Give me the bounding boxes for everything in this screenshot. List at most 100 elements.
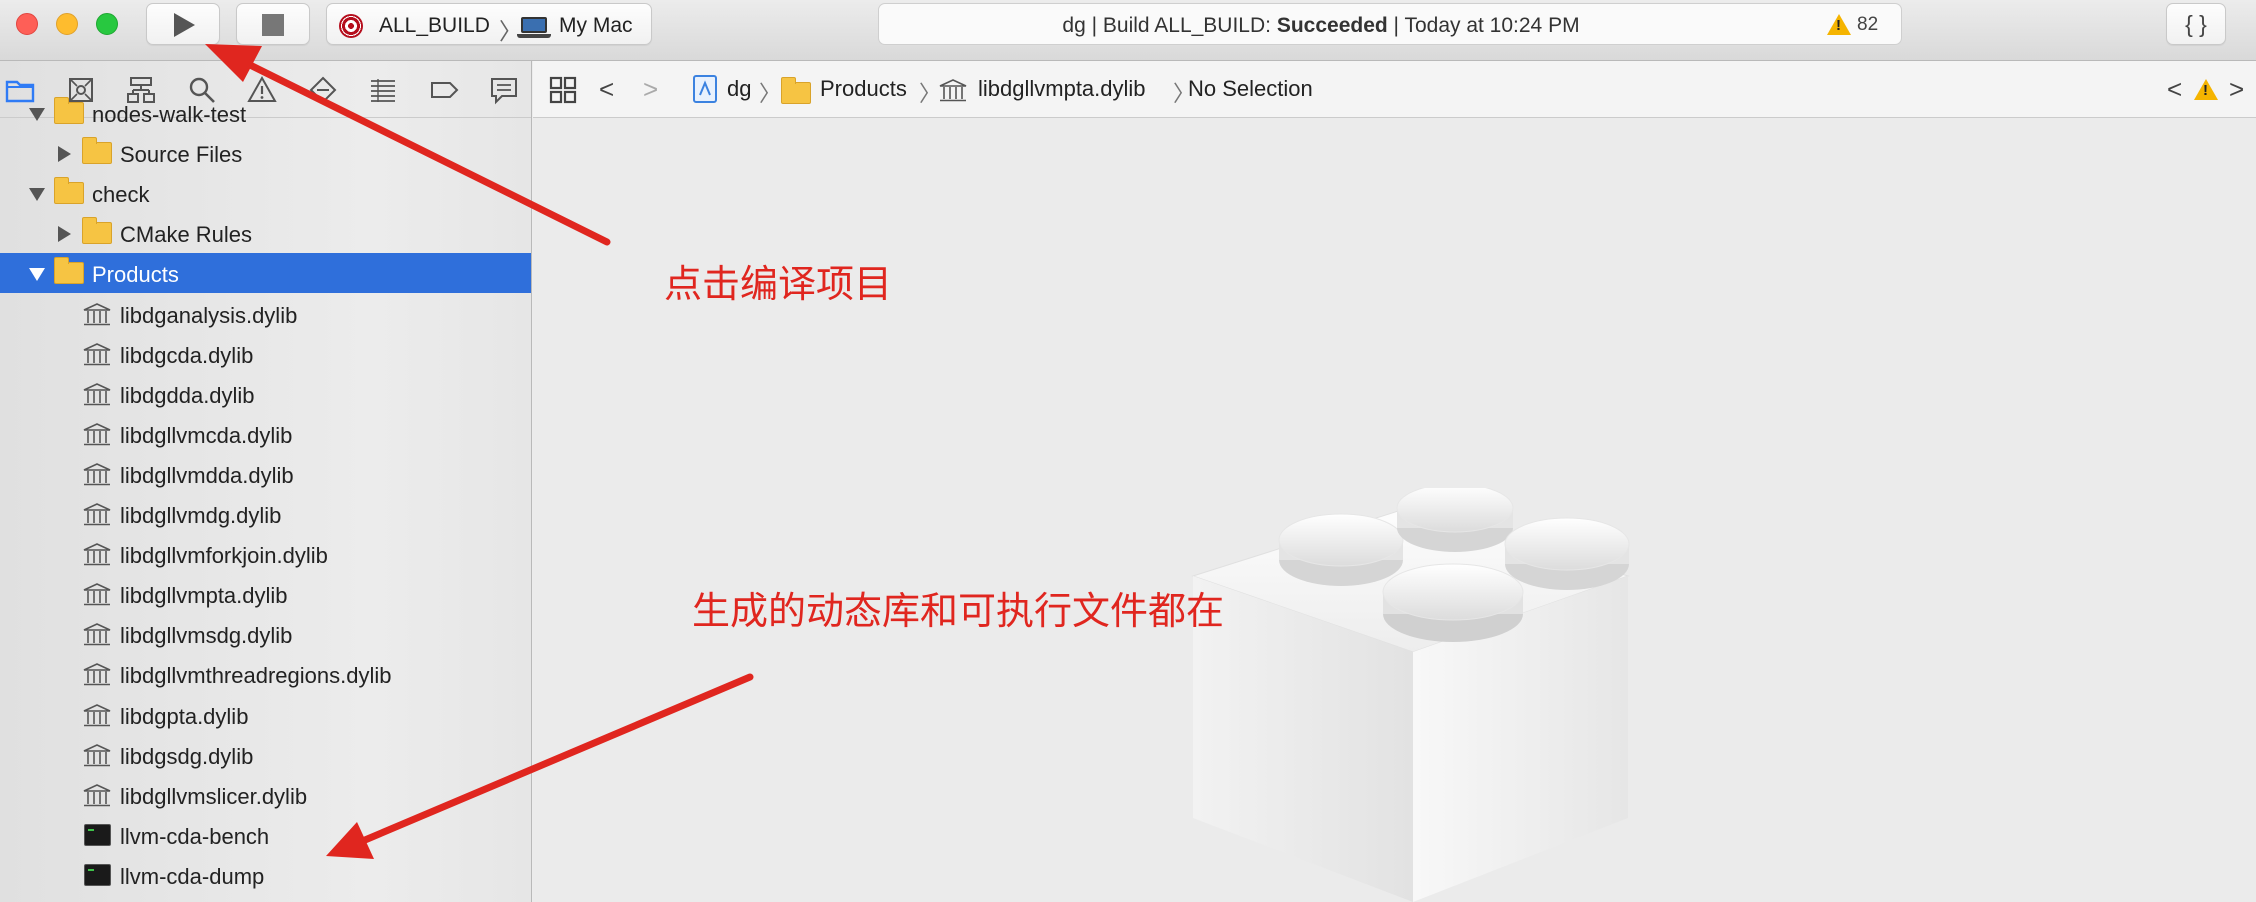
tree-row[interactable]: libdgllvmsdg.dylib: [0, 614, 531, 654]
tree-row[interactable]: llvm-cda-bench: [0, 815, 531, 855]
folder-icon: [54, 97, 84, 124]
tree-row-label: libdgcda.dylib: [120, 342, 254, 368]
lego-brick-placeholder-icon: [1191, 488, 1630, 902]
folder-icon: [54, 257, 84, 285]
tree-row[interactable]: Source Files: [0, 133, 531, 173]
project-navigator: nodes-walk-test Source Files check CMake Ru…: [0, 61, 532, 902]
warning-icon: [1827, 14, 1851, 35]
tree-row[interactable]: check: [0, 173, 531, 213]
tree-row[interactable]: libdgllvmthreadregions.dylib: [0, 654, 531, 694]
library-icon: [82, 703, 112, 728]
tree-row-label: nodes-walk-test: [92, 102, 247, 127]
library-icon: [82, 542, 112, 567]
library-icon: [82, 382, 112, 407]
tree-row[interactable]: libdgpta.dylib: [0, 695, 531, 735]
tree-row-label: Source Files: [120, 142, 243, 168]
tree-row[interactable]: libdgsdg.dylib: [0, 735, 531, 775]
disclosure-collapsed-icon[interactable]: [58, 226, 71, 243]
tree-row[interactable]: Products: [0, 253, 531, 294]
library-icon: [82, 743, 112, 768]
tree-row[interactable]: libdgcda.dylib: [0, 334, 531, 374]
activity-view[interactable]: dg | Build ALL_BUILD: Succeeded | Today …: [878, 3, 1902, 45]
disclosure-collapsed-icon[interactable]: [58, 146, 71, 163]
output-hint-annotation: 生成的动态库和可执行文件都在: [692, 591, 1225, 633]
jump-bar-group[interactable]: Products: [820, 76, 907, 102]
warning-count: 82: [1857, 14, 1879, 35]
tree-row[interactable]: libdgdda.dylib: [0, 374, 531, 414]
play-icon: [174, 13, 195, 37]
tree-row-label: libdgllvmpta.dylib: [120, 583, 288, 609]
code-review-button[interactable]: { }: [2166, 3, 2226, 45]
tree-row-label: libdgllvmslicer.dylib: [120, 783, 308, 809]
related-items-icon[interactable]: [549, 76, 577, 104]
library-icon: [82, 422, 112, 447]
build-hint-annotation: 点击编译项目: [664, 264, 893, 306]
tree-row-label: libdgdda.dylib: [120, 382, 255, 408]
jump-bar-selection[interactable]: No Selection: [1188, 76, 1313, 102]
project-icon: [693, 75, 717, 103]
warning-indicator[interactable]: 82: [1827, 12, 1897, 38]
scheme-name[interactable]: ALL_BUILD: [379, 14, 490, 38]
scheme-selector[interactable]: ALL_BUILD 〉 My Mac: [326, 3, 652, 45]
terminal-icon: [84, 823, 111, 846]
tree-row[interactable]: CMake Rules: [0, 213, 531, 253]
tree-row[interactable]: libdgllvmcda.dylib: [0, 414, 531, 454]
warning-icon[interactable]: [2194, 79, 2218, 100]
target-icon: [339, 14, 363, 38]
disclosure-expanded-icon[interactable]: [29, 268, 45, 282]
run-destination[interactable]: My Mac: [559, 14, 633, 38]
tree-row[interactable]: libdganalysis.dylib: [0, 294, 531, 334]
library-icon: [938, 78, 968, 103]
folder-icon: [82, 217, 112, 245]
back-arrow-icon[interactable]: <: [599, 74, 614, 105]
tree-row[interactable]: libdgllvmforkjoin.dylib: [0, 534, 531, 574]
library-icon: [82, 302, 112, 327]
tree-row[interactable]: libdgllvmdda.dylib: [0, 454, 531, 494]
chevron-right-icon: 〉: [759, 81, 782, 106]
tree-row[interactable]: llvm-cda-dump: [0, 855, 531, 895]
jump-bar-project[interactable]: dg: [727, 76, 751, 102]
build-status-prefix: dg | Build ALL_BUILD:: [1062, 14, 1277, 37]
tree-row-label: libdgsdg.dylib: [120, 743, 254, 769]
tree-row-label: Products: [92, 262, 179, 288]
zoom-window-button[interactable]: [96, 13, 118, 35]
tree-row-label: check: [92, 182, 150, 208]
stop-icon: [262, 14, 284, 36]
laptop-icon: [517, 17, 551, 38]
tree-row-label: libdgllvmsdg.dylib: [120, 623, 293, 649]
forward-arrow-icon[interactable]: >: [643, 74, 658, 105]
stop-button[interactable]: [236, 3, 310, 45]
library-icon: [82, 783, 112, 808]
tree-row-label: libdganalysis.dylib: [120, 302, 298, 328]
library-icon: [82, 582, 112, 607]
tree-row[interactable]: nodes-walk-test: [0, 93, 531, 133]
tree-row-label: libdgllvmcda.dylib: [120, 422, 293, 448]
next-issue-icon[interactable]: >: [2229, 74, 2244, 105]
close-window-button[interactable]: [16, 13, 38, 35]
tree-row[interactable]: libdgllvmslicer.dylib: [0, 775, 531, 815]
tree-row-label: libdgllvmdg.dylib: [120, 503, 282, 528]
build-status: dg | Build ALL_BUILD: Succeeded | Today …: [879, 14, 1763, 38]
run-button[interactable]: [146, 3, 220, 45]
library-icon: [82, 502, 112, 527]
library-icon: [82, 622, 112, 647]
tree-row-label: libdgpta.dylib: [120, 703, 249, 729]
tree-row[interactable]: libdgllvmpta.dylib: [0, 574, 531, 614]
library-icon: [82, 462, 112, 487]
terminal-icon: [84, 863, 111, 886]
folder-icon: [82, 137, 112, 165]
tree-row[interactable]: libdgllvmdg.dylib: [0, 494, 531, 534]
minimize-window-button[interactable]: [56, 13, 78, 35]
tree-row-label: libdgllvmthreadregions.dylib: [120, 663, 392, 689]
tree-row-label: libdgllvmforkjoin.dylib: [120, 543, 328, 569]
jump-bar-file[interactable]: libdgllvmpta.dylib: [978, 76, 1146, 102]
tree-row-label: CMake Rules: [120, 222, 253, 248]
braces-icon: { }: [2185, 11, 2207, 37]
library-icon: [82, 662, 112, 687]
chevron-right-icon: 〉: [499, 18, 522, 44]
disclosure-expanded-icon[interactable]: [29, 188, 45, 202]
editor-area: [533, 118, 2256, 902]
previous-issue-icon[interactable]: <: [2167, 74, 2182, 105]
build-status-result: Succeeded: [1276, 14, 1388, 37]
disclosure-expanded-icon[interactable]: [29, 108, 45, 121]
